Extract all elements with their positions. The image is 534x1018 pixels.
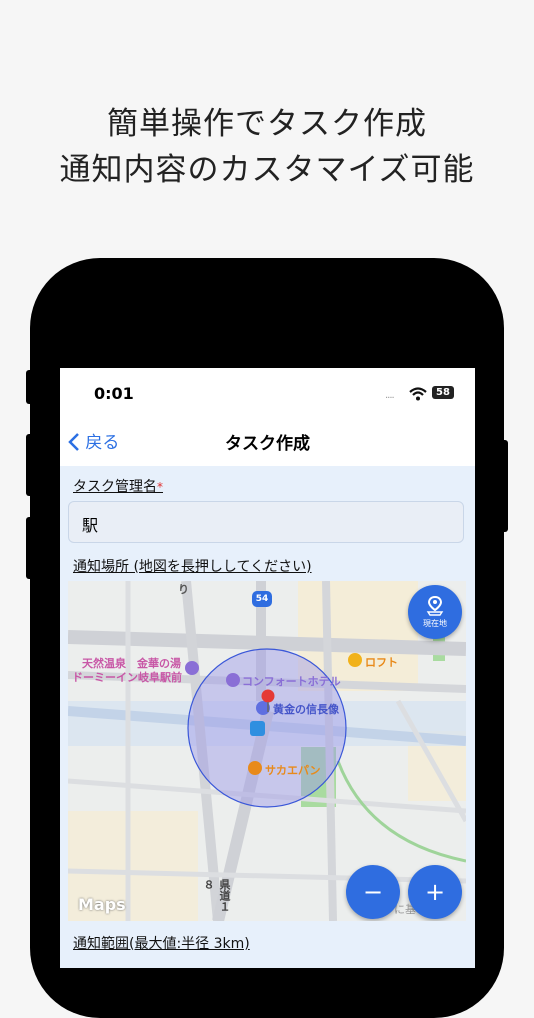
- station-icon: [250, 721, 265, 736]
- maps-attribution: Maps: [78, 895, 126, 914]
- zoom-in-button[interactable]: +: [408, 865, 462, 919]
- zoom-out-button[interactable]: −: [346, 865, 400, 919]
- phone-volume-up: [26, 434, 34, 496]
- hotel-icon: [226, 673, 240, 687]
- status-bar: 0:01 .... 58: [60, 368, 475, 416]
- headline-line-1: 簡単操作でタスク作成: [107, 106, 427, 142]
- map-roads: [68, 581, 466, 921]
- current-location-button[interactable]: 現在地: [408, 585, 462, 639]
- battery-icon: 58: [432, 386, 454, 399]
- app-screen: 0:01 .... 58 戻る タスク作成 タスク管理名* 駅 通知場所 (地図…: [60, 368, 475, 968]
- task-name-input[interactable]: 駅: [68, 501, 464, 543]
- status-time: 0:01: [94, 384, 134, 403]
- location-label: 通知場所 (地図を長押ししてください): [73, 559, 312, 575]
- maps-attribution-text: Maps: [78, 895, 126, 914]
- phone-power-button: [500, 440, 508, 532]
- headline-line-2: 通知内容のカスタマイズ可能: [59, 152, 475, 188]
- task-name-label-text: タスク管理名: [73, 479, 157, 495]
- required-mark: *: [157, 480, 163, 494]
- cellular-signal-icon: ....: [385, 390, 395, 401]
- navigation-bar: 戻る タスク作成: [60, 416, 475, 467]
- hotel-icon: [185, 661, 199, 675]
- wifi-icon: [409, 386, 427, 405]
- phone-mute-switch: [26, 370, 34, 404]
- poi-sakaepan: サカエパン: [265, 764, 321, 777]
- range-label: 通知範囲(最大値:半径 3km): [73, 936, 250, 952]
- map-text: り: [178, 583, 189, 596]
- bakery-icon: [248, 761, 262, 775]
- task-name-label: タスク管理名*: [73, 476, 163, 496]
- poi-dormy-inn: ドーミーイン岐阜駅前: [72, 671, 182, 684]
- current-location-label: 現在地: [423, 619, 447, 628]
- poi-comfort-hotel: コンフォートホテル: [242, 675, 341, 688]
- shop-icon: [348, 653, 362, 667]
- poi-nobunaga-statue: 黄金の信長像: [273, 703, 339, 716]
- route-badge: 54: [252, 591, 272, 607]
- map-view[interactable]: 54 天然温泉 金華の湯 ドーミーイン岐阜駅前 コンフォートホテル 黄金の信長像…: [68, 581, 466, 921]
- page-title: タスク作成: [225, 434, 310, 454]
- poi-loft: ロフト: [365, 656, 398, 669]
- location-pin-icon: [260, 689, 276, 717]
- task-form: タスク管理名* 駅 通知場所 (地図を長押ししてください) 54 天然温泉 金華…: [60, 466, 475, 968]
- road-label: 県道１８: [202, 879, 231, 912]
- phone-volume-down: [26, 517, 34, 579]
